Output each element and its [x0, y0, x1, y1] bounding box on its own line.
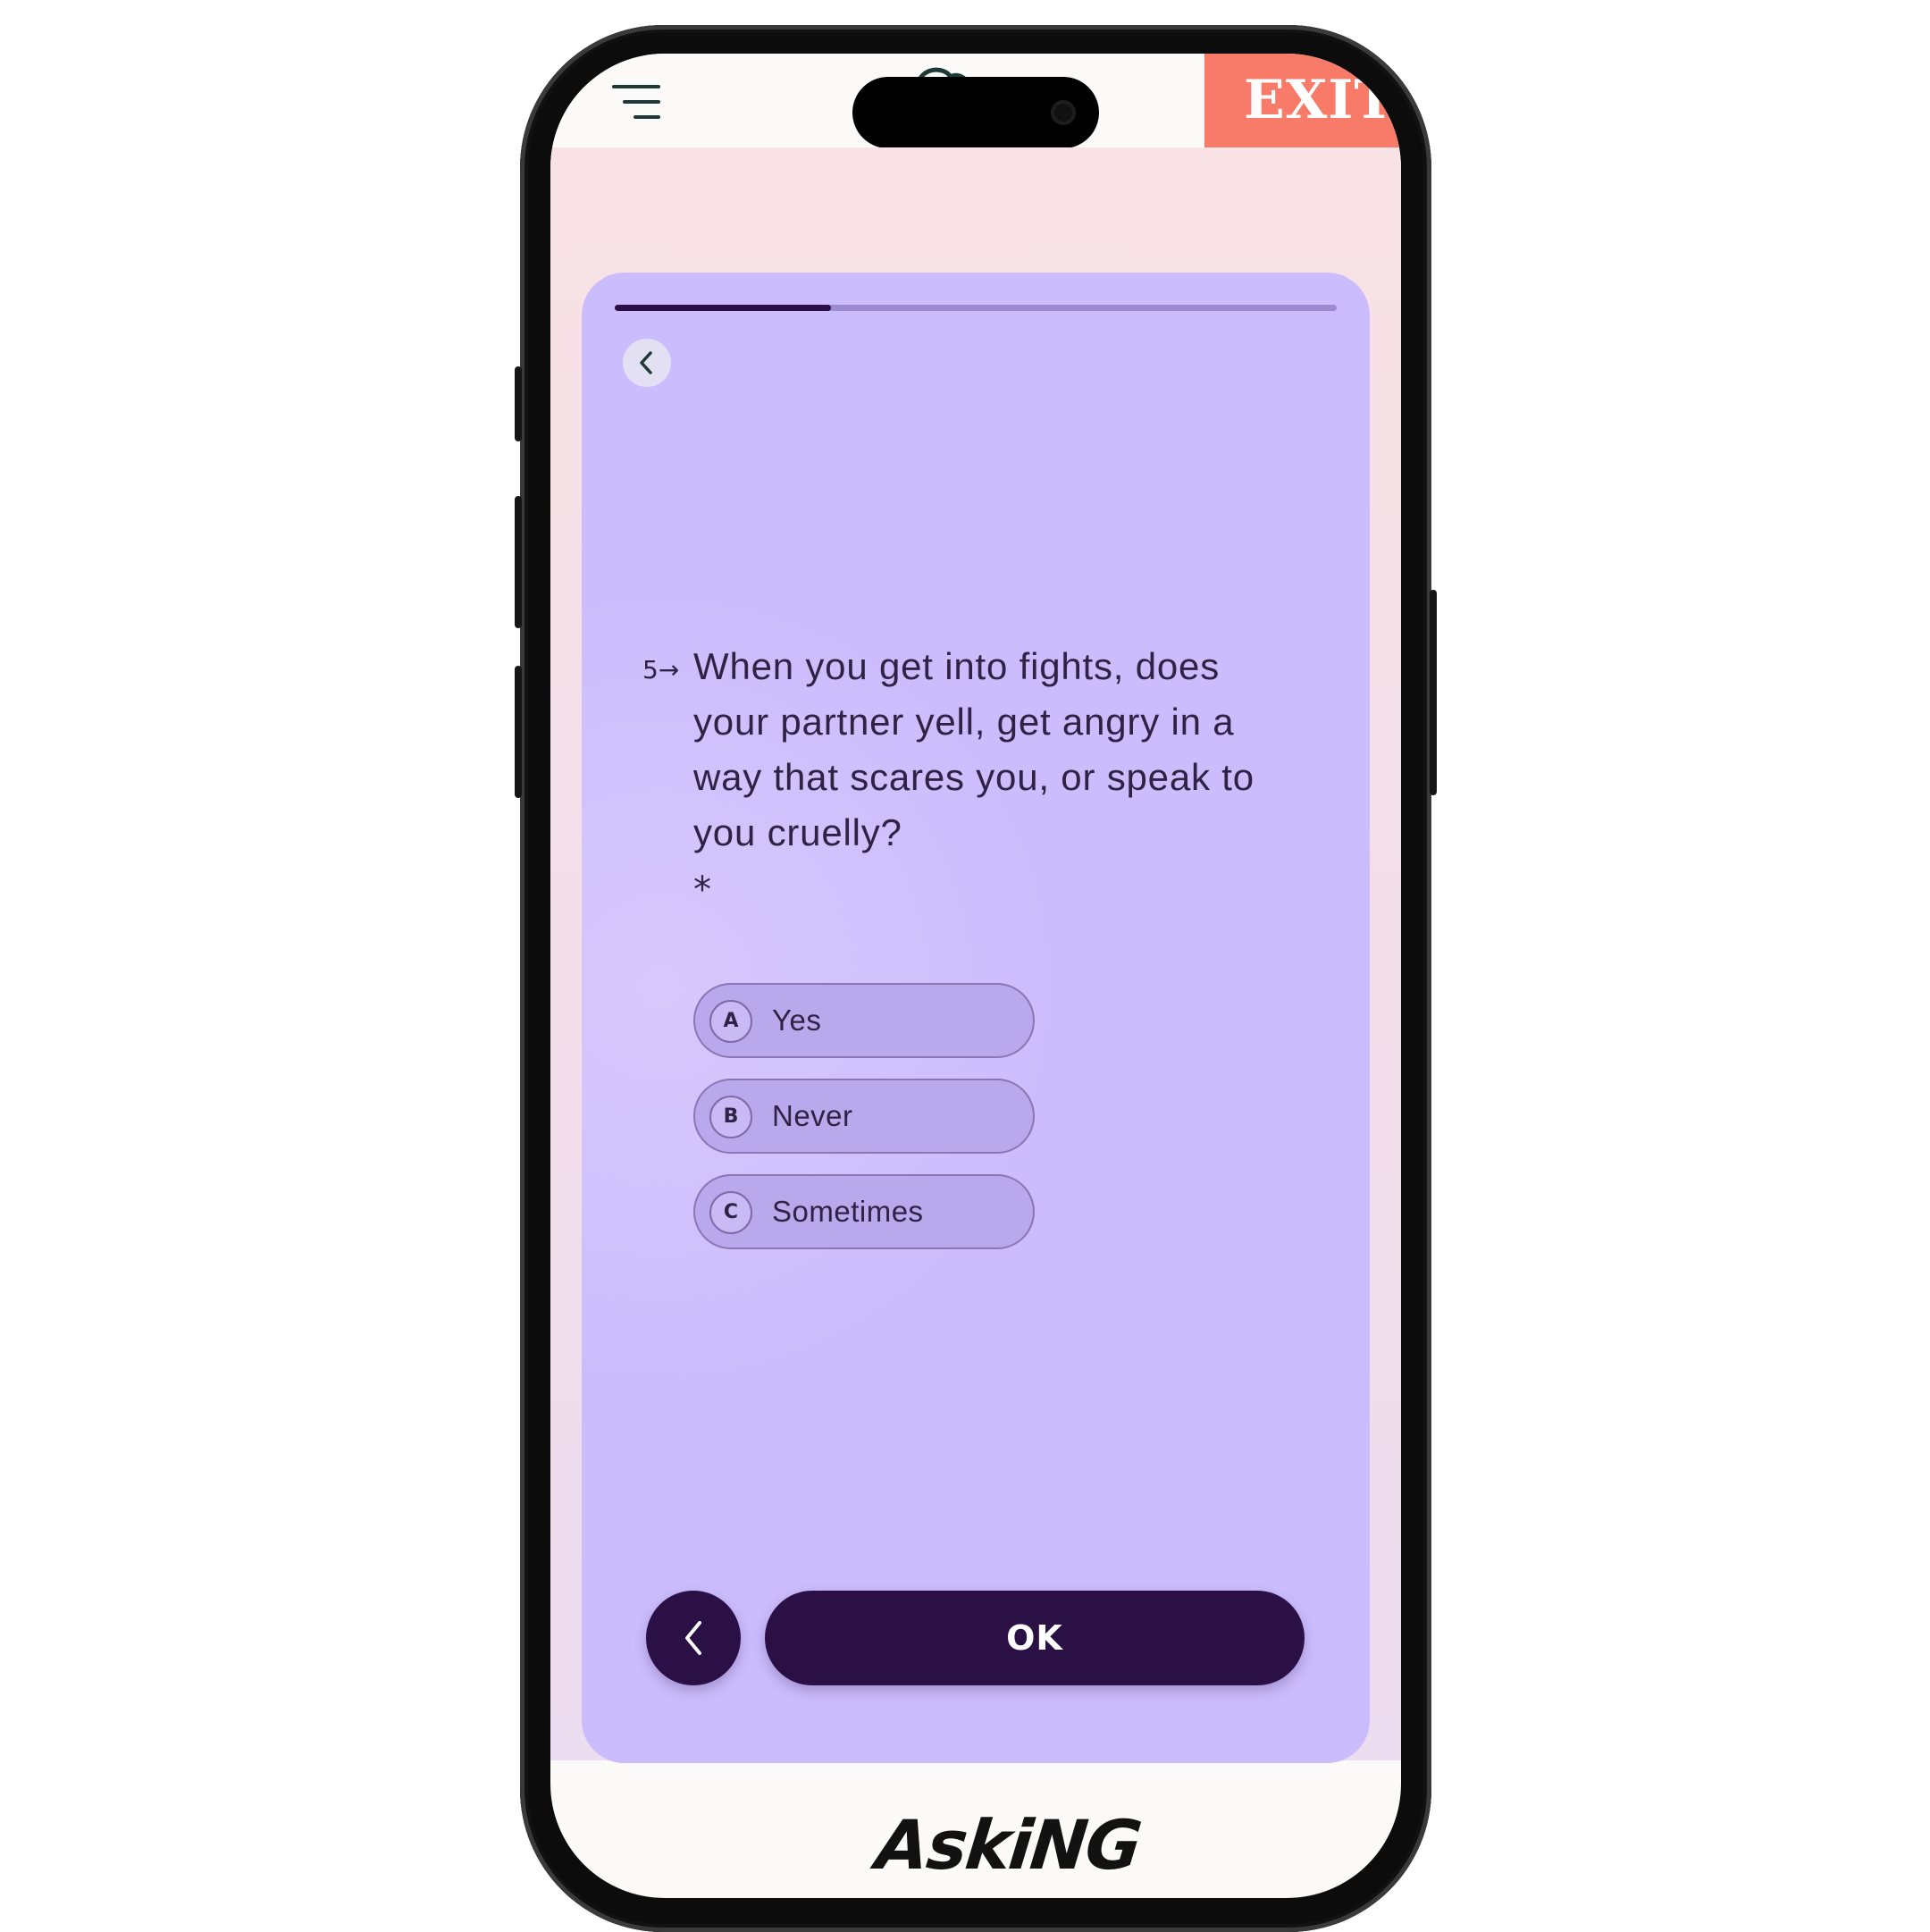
dynamic-island [852, 77, 1099, 148]
option-sometimes[interactable]: C Sometimes [693, 1174, 1035, 1249]
required-marker: * [693, 869, 711, 911]
chevron-left-icon [640, 351, 652, 374]
hamburger-menu-icon[interactable] [612, 85, 660, 121]
option-key: C [709, 1191, 752, 1234]
option-never[interactable]: B Never [693, 1079, 1035, 1154]
phone-side-button [515, 666, 522, 798]
question-text: When you get into fights, does your part… [693, 645, 1254, 853]
progress-bar [615, 305, 1337, 311]
chevron-left-icon [685, 1621, 701, 1655]
page-background: 5→ When you get into fights, does your p… [550, 147, 1401, 1763]
option-label: Never [772, 1099, 853, 1132]
phone-side-button [515, 496, 522, 628]
phone-screen: EXIT 5→ When you get into fights, does y… [550, 54, 1401, 1898]
phone-side-button [1430, 590, 1437, 795]
quiz-card: 5→ When you get into fights, does your p… [582, 273, 1370, 1763]
answer-options: A Yes B Never C Sometimes [693, 983, 1035, 1270]
ok-button[interactable]: OK [765, 1591, 1305, 1685]
back-button[interactable] [646, 1591, 741, 1685]
option-key: A [709, 1000, 752, 1043]
option-label: Yes [772, 1004, 822, 1037]
progress-bar-fill [615, 305, 832, 311]
option-label: Sometimes [772, 1195, 924, 1228]
logo-text: AskiNG [872, 1805, 1145, 1885]
camera-icon [1051, 100, 1076, 125]
option-yes[interactable]: A Yes [693, 983, 1035, 1058]
question-number: 5→ [642, 655, 680, 685]
phone-side-button [515, 366, 522, 441]
previous-question-button[interactable] [623, 339, 671, 387]
footer-logo: AskiNG [872, 1805, 1144, 1898]
option-key: B [709, 1096, 752, 1138]
exit-button[interactable]: EXIT [1204, 54, 1401, 147]
